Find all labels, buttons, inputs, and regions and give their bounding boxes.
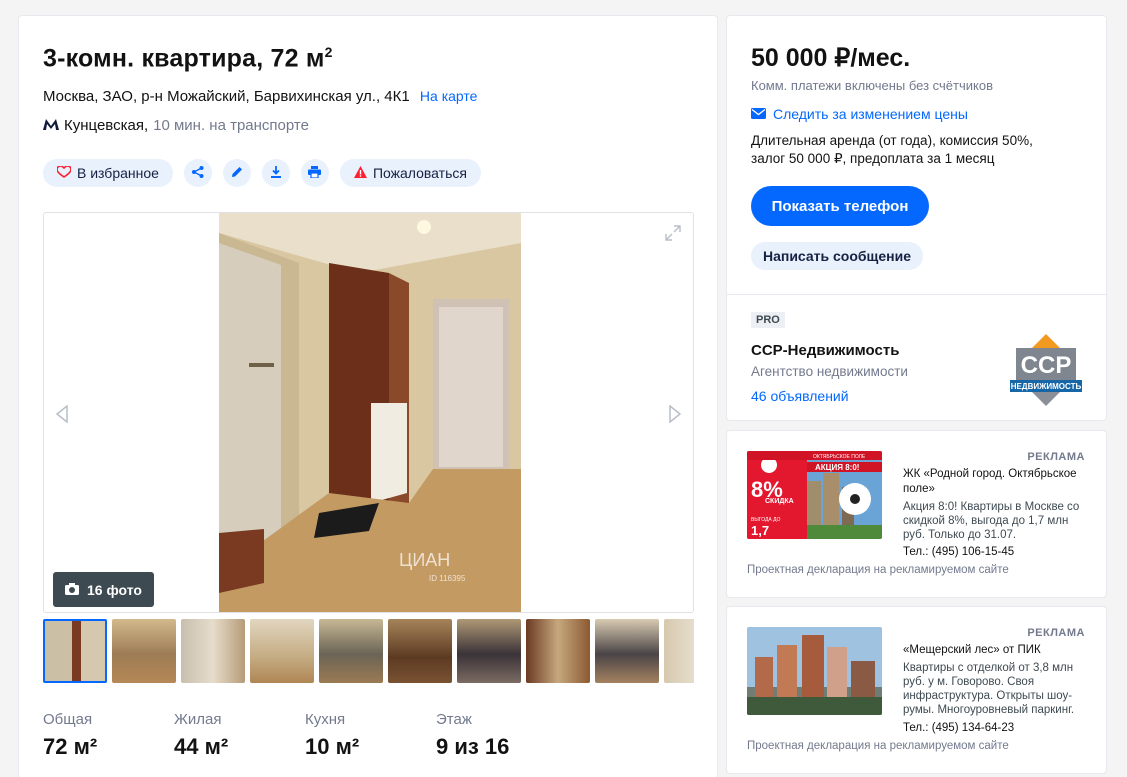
stat-kitchen-area: Кухня 10 м² <box>305 711 360 759</box>
photo-gallery[interactable]: ЦИАН ID 116395 16 фото <box>43 212 694 613</box>
print-button[interactable] <box>300 159 329 187</box>
divider <box>727 294 1106 295</box>
price-card: 50 000 ₽/мес. Комм. платежи включены без… <box>726 15 1107 421</box>
pencil-icon <box>231 166 243 180</box>
thumbnail[interactable] <box>319 619 383 683</box>
metro-time: 10 мин. на транспорте <box>153 117 309 134</box>
action-bar: В избранное Пожаловаться <box>43 159 481 187</box>
ad-text: Квартиры с отделкой от 3,8 млн руб. у м.… <box>903 662 1075 716</box>
svg-text:ОКТЯБРЬСКОЕ ПОЛЕ: ОКТЯБРЬСКОЕ ПОЛЕ <box>813 454 866 460</box>
thumbnail[interactable] <box>457 619 521 683</box>
ad-title[interactable]: ЖК «Родной город. Октябрьское поле» <box>903 467 1088 497</box>
thumbnail[interactable] <box>43 619 107 683</box>
svg-text:ЦИАН: ЦИАН <box>399 550 450 570</box>
ad-label: РЕКЛАМА <box>1027 451 1085 463</box>
next-photo-icon[interactable] <box>669 404 682 428</box>
camera-icon <box>65 582 79 598</box>
address: Москва, ЗАО, р-н Можайский, Барвихинская… <box>43 88 477 105</box>
ad-title[interactable]: «Мещерский лес» от ПИК <box>903 643 1088 658</box>
ad-banner-image[interactable]: ОКТЯБРЬСКОЕ ПОЛЕ АКЦИЯ 8:0! 8% СКИДКА ВЫ… <box>747 451 882 539</box>
agency-type: Агентство недвижимости <box>751 364 908 379</box>
ad-card[interactable]: РЕКЛАМА «Мещерский лес» от ПИК Квартиры … <box>726 606 1107 774</box>
favorite-button[interactable]: В избранное <box>43 159 173 187</box>
thumbnail[interactable] <box>250 619 314 683</box>
stats-row: Общая 72 м² Жилая 44 м² Кухня 10 м² Этаж… <box>43 711 567 760</box>
metro-station[interactable]: Кунцевская, <box>64 117 148 134</box>
svg-text:ID 116395: ID 116395 <box>429 574 466 583</box>
complain-label: Пожаловаться <box>372 165 467 181</box>
download-button[interactable] <box>261 159 290 187</box>
share-icon <box>191 166 204 180</box>
edit-button[interactable] <box>222 159 251 187</box>
prev-photo-icon[interactable] <box>55 404 68 428</box>
complain-button[interactable]: Пожаловаться <box>339 159 481 187</box>
thumbnail[interactable] <box>181 619 245 683</box>
fullscreen-icon[interactable] <box>665 225 681 246</box>
pro-badge: PRO <box>751 312 785 328</box>
ad-text: Акция 8:0! Квартиры в Москве со скидкой … <box>903 501 1080 541</box>
agency-logo[interactable]: CCP НЕДВИЖИМОСТЬ <box>1008 334 1084 406</box>
ad-phone: Тел.: (495) 134-64-23 <box>903 722 1015 734</box>
track-price-label: Следить за изменением цены <box>773 106 968 122</box>
metro-info: Кунцевская, 10 мин. на транспорте <box>43 117 309 134</box>
main-photo[interactable]: ЦИАН ID 116395 <box>219 213 521 612</box>
svg-text:1,7: 1,7 <box>751 523 769 538</box>
show-phone-button[interactable]: Показать телефон <box>751 186 929 226</box>
photo-count-button[interactable]: 16 фото <box>53 572 154 607</box>
page-title: 3-комн. квартира, 72 м2 <box>43 44 333 73</box>
photo-count-label: 16 фото <box>87 581 142 598</box>
ad-banner-image[interactable] <box>747 627 882 715</box>
track-price-link[interactable]: Следить за изменением цены <box>751 106 968 122</box>
thumbnail[interactable] <box>112 619 176 683</box>
stat-living-area: Жилая 44 м² <box>174 711 229 759</box>
thumbnail[interactable] <box>595 619 659 683</box>
stat-floor: Этаж 9 из 16 <box>436 711 510 759</box>
agency-name[interactable]: CCP-Недвижимость <box>751 342 899 359</box>
ad-card[interactable]: РЕКЛАМА ОКТЯБРЬСКОЕ ПОЛЕ АКЦИЯ 8:0! 8% С… <box>726 430 1107 598</box>
svg-text:НЕДВИЖИМОСТЬ: НЕДВИЖИМОСТЬ <box>1011 382 1082 391</box>
metro-icon <box>43 117 59 134</box>
svg-text:АКЦИЯ 8:0!: АКЦИЯ 8:0! <box>815 463 859 472</box>
thumbnail-strip <box>43 619 694 683</box>
price-note: Комм. платежи включены без счётчиков <box>751 78 993 93</box>
warning-icon <box>353 166 367 180</box>
ad-declaration: Проектная декларация на рекламируемом са… <box>747 564 1009 576</box>
ad-label: РЕКЛАМА <box>1027 627 1085 639</box>
printer-icon <box>308 166 322 180</box>
thumbnail[interactable] <box>526 619 590 683</box>
ad-declaration: Проектная декларация на рекламируемом са… <box>747 740 1009 752</box>
address-text: Москва, ЗАО, р-н Можайский, Барвихинская… <box>43 88 410 105</box>
svg-text:CCP: CCP <box>1021 352 1072 379</box>
ad-phone: Тел.: (495) 106-15-45 <box>903 546 1015 558</box>
write-message-button[interactable]: Написать сообщение <box>751 242 923 270</box>
map-link[interactable]: На карте <box>420 88 478 104</box>
share-button[interactable] <box>183 159 212 187</box>
download-icon <box>270 166 282 180</box>
thumbnail[interactable] <box>664 619 694 683</box>
listing-card: 3-комн. квартира, 72 м2 Москва, ЗАО, р-н… <box>18 15 718 777</box>
price: 50 000 ₽/мес. <box>751 44 911 72</box>
agency-listings-link[interactable]: 46 объявлений <box>751 388 849 404</box>
rental-terms: Длительная аренда (от года), комиссия 50… <box>751 133 1033 166</box>
favorite-label: В избранное <box>77 165 159 181</box>
mail-icon <box>751 106 766 122</box>
svg-text:СКИДКА: СКИДКА <box>765 498 794 505</box>
thumbnail[interactable] <box>388 619 452 683</box>
stat-total-area: Общая 72 м² <box>43 711 98 759</box>
heart-icon <box>56 165 72 180</box>
